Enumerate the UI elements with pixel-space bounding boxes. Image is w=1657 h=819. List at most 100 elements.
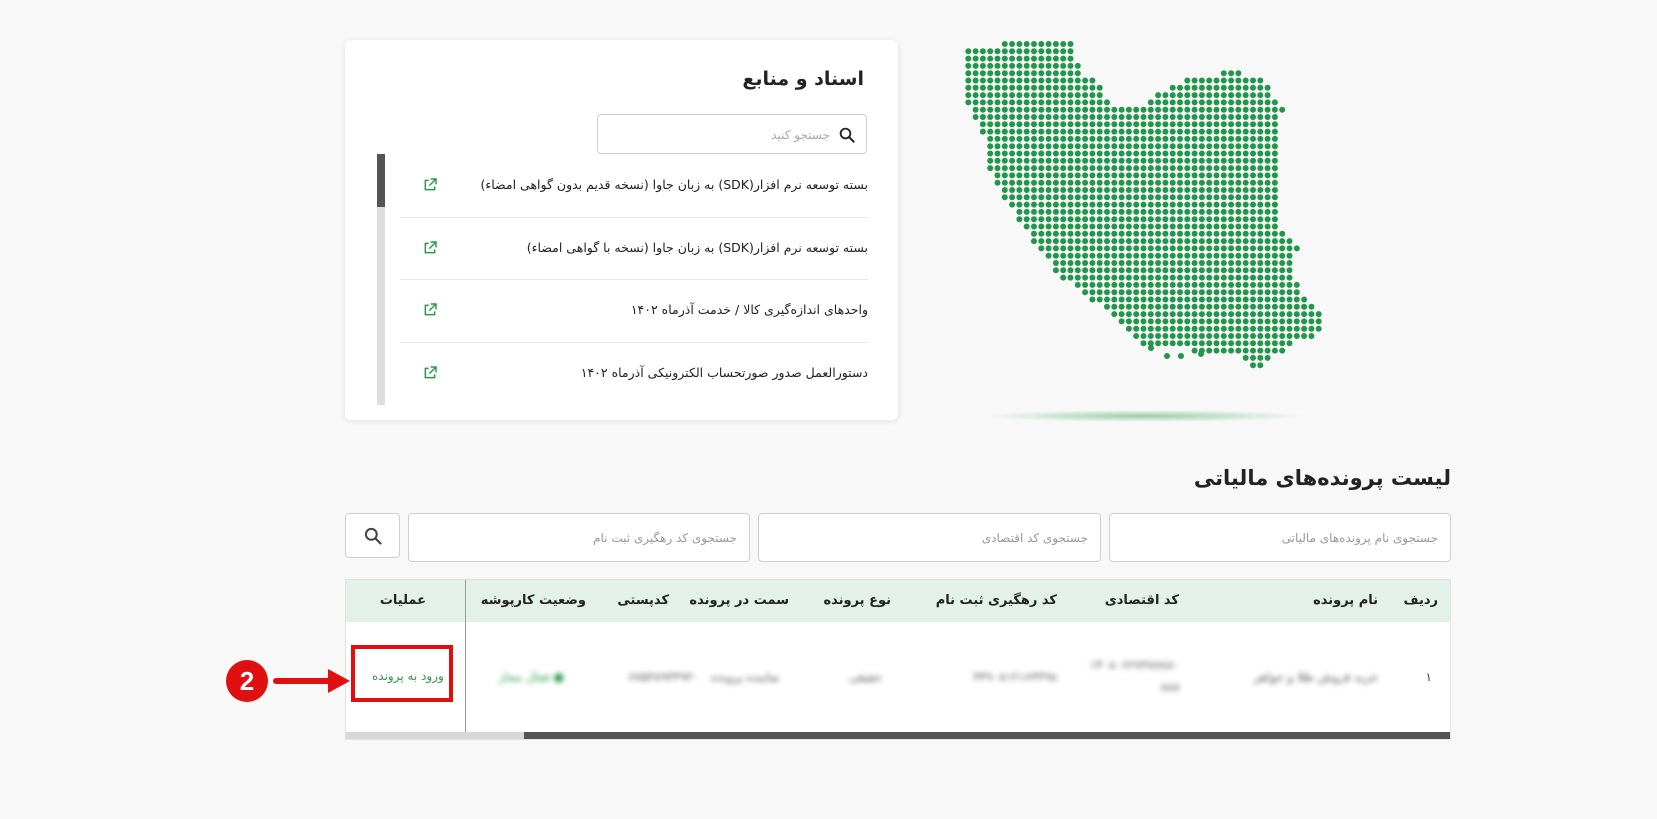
- table-horizontal-scrollbar-thumb[interactable]: [524, 732, 1450, 739]
- map-dot: [1052, 208, 1059, 215]
- map-dot: [987, 106, 994, 113]
- document-item-label[interactable]: واحدهای اندازه‌گیری کالا / خدمت آذرماه ۱…: [631, 302, 868, 317]
- map-dot: [1250, 340, 1256, 347]
- document-item-label[interactable]: بسته توسعه نرم افزار(SDK) به زبان جاوا (…: [527, 240, 868, 255]
- map-dot: [1009, 194, 1016, 201]
- map-dot: [1111, 216, 1118, 223]
- map-dot: [1250, 230, 1256, 237]
- map-dot: [1104, 172, 1110, 179]
- external-link-icon[interactable]: [422, 365, 438, 381]
- map-dot: [1286, 245, 1293, 252]
- map-dot: [1198, 230, 1205, 237]
- map-dot: [1104, 179, 1110, 186]
- map-dot: [1301, 311, 1308, 318]
- map-dot: [1155, 340, 1162, 347]
- documents-scrollbar-thumb[interactable]: [377, 154, 385, 207]
- map-dot: [1009, 106, 1016, 113]
- document-item-label[interactable]: دستورالعمل صدور صورتحساب الکترونیکی آذرم…: [581, 365, 868, 380]
- document-item[interactable]: واحدهای اندازه‌گیری کالا / خدمت آذرماه ۱…: [400, 280, 868, 343]
- map-dot: [1198, 84, 1205, 91]
- map-dot: [1147, 172, 1154, 179]
- filter-file-name-input[interactable]: [1109, 513, 1451, 562]
- search-icon[interactable]: [838, 126, 856, 144]
- map-dot: [1242, 157, 1249, 164]
- map-dot: [1235, 121, 1242, 128]
- map-dot: [987, 62, 994, 69]
- table-horizontal-scrollbar[interactable]: [346, 732, 1450, 739]
- map-dot: [1235, 187, 1242, 193]
- documents-scrollbar[interactable]: [377, 154, 385, 405]
- documents-search-box[interactable]: [597, 114, 867, 154]
- map-dot: [1279, 238, 1286, 245]
- map-dot: [1045, 165, 1052, 172]
- document-item[interactable]: دستورالعمل صدور صورتحساب الکترونیکی آذرم…: [400, 343, 868, 406]
- map-dot: [1206, 121, 1213, 128]
- map-dot: [1082, 289, 1089, 296]
- document-item[interactable]: بسته توسعه نرم افزار(SDK) به زبان جاوا (…: [400, 218, 868, 280]
- documents-search-input[interactable]: [610, 123, 830, 147]
- map-dot: [1250, 150, 1256, 157]
- map-dot: [1177, 245, 1183, 252]
- map-dot: [1178, 353, 1184, 359]
- map-dot: [1235, 179, 1242, 186]
- map-dot: [1133, 325, 1140, 332]
- map-dot: [1235, 340, 1242, 347]
- map-dot: [1140, 165, 1147, 172]
- map-dot: [1045, 194, 1052, 201]
- map-dot: [1220, 238, 1227, 245]
- map-dot: [1198, 223, 1205, 230]
- external-link-icon[interactable]: [422, 302, 438, 318]
- column-header-row: ردیف: [1403, 593, 1438, 608]
- map-dot: [1147, 157, 1154, 164]
- map-dot: [1016, 84, 1023, 91]
- map-dot: [1220, 128, 1227, 135]
- map-dot: [1169, 281, 1176, 288]
- map-dot: [1155, 99, 1162, 106]
- map-dot: [1250, 303, 1256, 310]
- map-dot: [1177, 296, 1183, 303]
- search-icon[interactable]: [363, 526, 383, 546]
- map-dot: [1155, 194, 1162, 201]
- external-link-icon[interactable]: [422, 240, 438, 256]
- map-dot: [1096, 135, 1103, 142]
- map-dot: [1169, 150, 1176, 157]
- map-dot: [1184, 333, 1191, 339]
- map-dot: [1118, 157, 1125, 164]
- map-dot: [1155, 143, 1162, 150]
- map-dot: [1140, 135, 1147, 142]
- map-dot: [1286, 296, 1293, 303]
- map-dot: [1155, 252, 1162, 259]
- map-dot: [1104, 245, 1110, 252]
- filter-search-button[interactable]: [345, 513, 400, 558]
- map-dot: [1125, 201, 1132, 208]
- map-dot: [1140, 289, 1147, 296]
- map-dot: [1198, 135, 1205, 142]
- map-dot: [1228, 187, 1235, 193]
- map-dot: [1264, 165, 1271, 172]
- map-dot: [1001, 165, 1008, 172]
- map-dot: [1242, 208, 1249, 215]
- map-dot: [1169, 92, 1176, 99]
- map-dot: [1023, 208, 1030, 215]
- filter-tracking-code-input[interactable]: [408, 513, 750, 562]
- document-item[interactable]: بسته توسعه نرم افزار(SDK) به زبان جاوا (…: [400, 155, 868, 218]
- map-dot: [1155, 303, 1162, 310]
- map-dot: [1140, 333, 1147, 339]
- map-dot: [1155, 92, 1162, 99]
- map-dot: [1133, 143, 1140, 150]
- map-dot: [1198, 208, 1205, 215]
- filter-economic-code-input[interactable]: [758, 513, 1101, 562]
- external-link-icon[interactable]: [422, 177, 438, 193]
- map-dot: [1177, 325, 1183, 332]
- map-dot: [1264, 84, 1271, 91]
- document-item-label[interactable]: بسته توسعه نرم افزار(SDK) به زبان جاوا (…: [480, 177, 868, 192]
- map-dot: [1067, 260, 1074, 266]
- map-dot: [1198, 121, 1205, 128]
- map-dot: [1089, 99, 1096, 106]
- map-dot: [1257, 77, 1264, 84]
- map-dot: [1016, 194, 1023, 201]
- map-dot: [1271, 201, 1278, 208]
- map-dot: [1184, 187, 1191, 193]
- map-dot: [1228, 114, 1235, 120]
- map-dot: [1191, 135, 1198, 142]
